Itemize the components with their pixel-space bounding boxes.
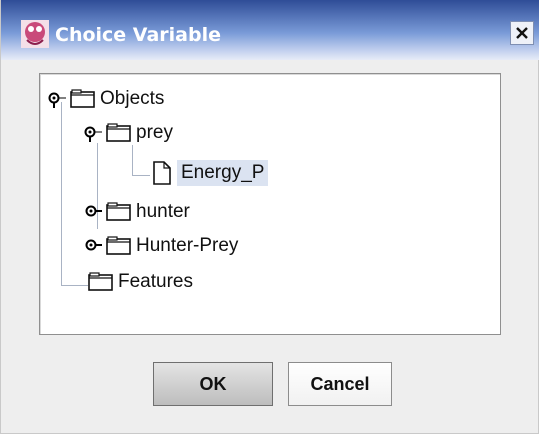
window-title: Choice Variable (55, 24, 221, 46)
ok-button[interactable]: OK (153, 362, 273, 406)
tree-line (132, 145, 133, 175)
tree-node-label: prey (136, 122, 173, 143)
cancel-button[interactable]: Cancel (288, 362, 392, 406)
variable-tree[interactable]: Objects prey Energy_P hunter Hunter-Prey… (39, 73, 501, 335)
tree-node-label: Features (118, 271, 193, 292)
folder-icon (106, 202, 131, 221)
folder-icon (88, 272, 113, 291)
document-icon (153, 161, 171, 185)
choice-variable-dialog: Choice Variable Objects prey Energy_P hu… (0, 0, 539, 434)
folder-icon (106, 123, 131, 142)
tree-node-label: hunter (136, 201, 190, 222)
app-icon (21, 20, 49, 48)
close-icon (516, 27, 528, 39)
folder-icon (106, 236, 131, 255)
tree-line (132, 175, 150, 176)
folder-icon (70, 89, 95, 108)
tree-line (61, 285, 88, 286)
tree-node-label: Energy_P (177, 160, 269, 186)
tree-line (61, 102, 62, 286)
tree-node-label: Hunter-Prey (136, 235, 239, 256)
close-button[interactable] (510, 21, 534, 45)
title-bar[interactable]: Choice Variable (1, 0, 539, 60)
tree-node-label: Objects (100, 88, 165, 109)
